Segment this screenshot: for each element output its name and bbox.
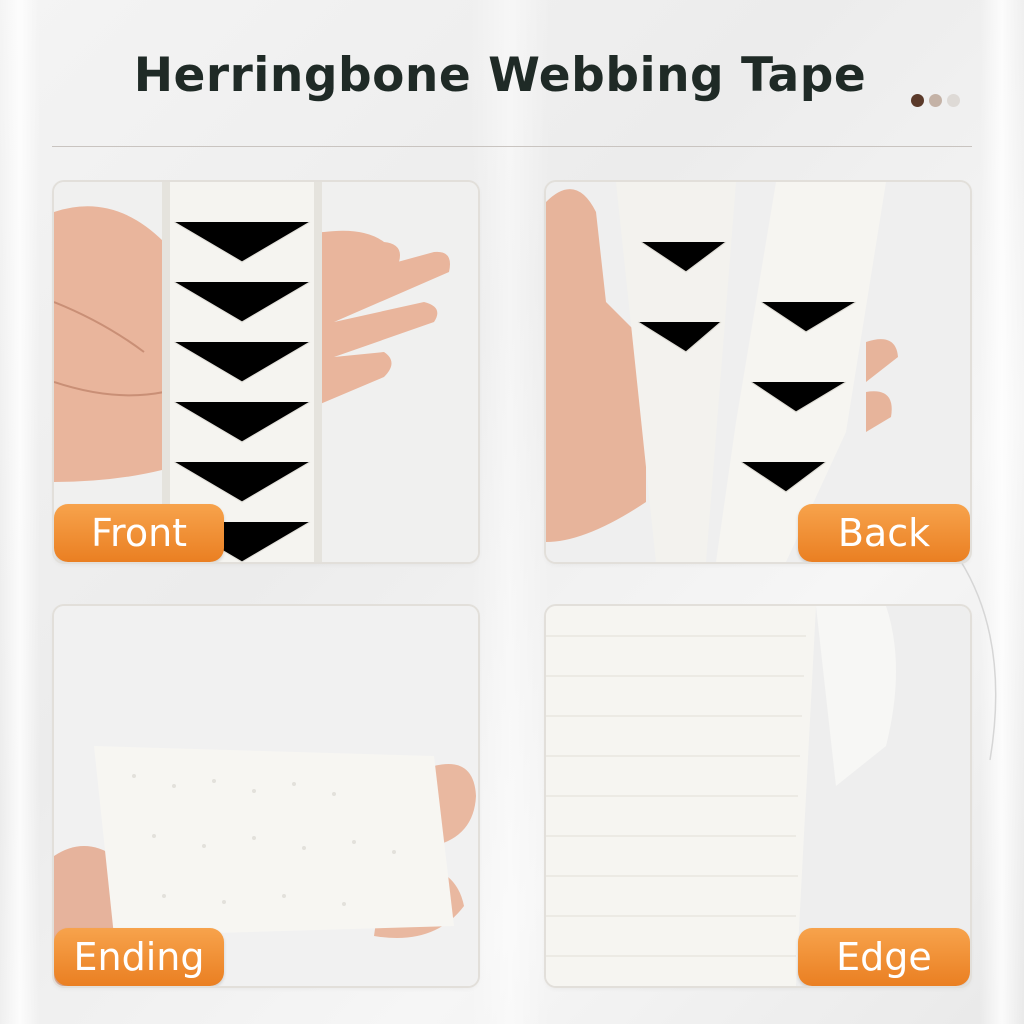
back-label: Back <box>798 504 970 562</box>
carousel-dots <box>911 94 960 107</box>
title-divider <box>52 146 972 147</box>
ending-label: Ending <box>54 928 224 986</box>
edge-photo-panel: Edge <box>546 606 970 986</box>
ending-photo-panel: Ending <box>54 606 478 986</box>
front-label: Front <box>54 504 224 562</box>
carousel-dot-1[interactable] <box>911 94 924 107</box>
front-photo-panel: Front <box>54 182 478 562</box>
edge-label: Edge <box>798 928 970 986</box>
carousel-dot-2[interactable] <box>929 94 942 107</box>
carousel-dot-3[interactable] <box>947 94 960 107</box>
back-photo-panel: Back <box>546 182 970 562</box>
page-title: Herringbone Webbing Tape <box>133 48 867 103</box>
